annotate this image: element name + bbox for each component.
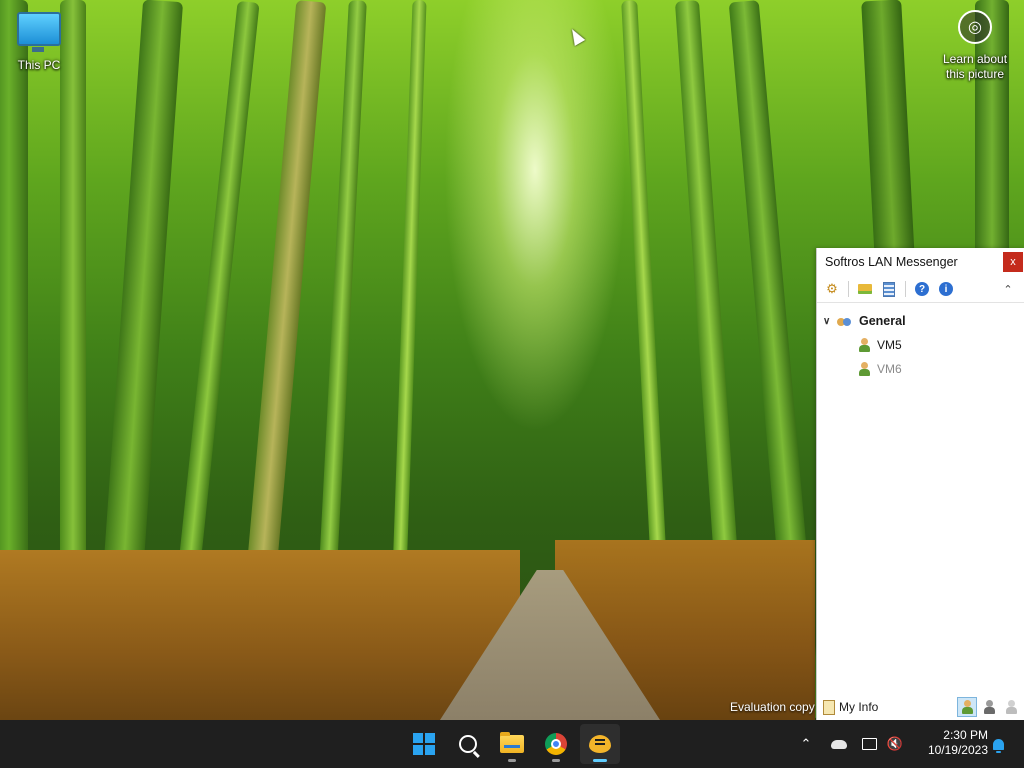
- open-folder-icon: [858, 284, 872, 294]
- message-log-icon: [883, 281, 895, 297]
- contact-row-vm5[interactable]: VM5: [817, 333, 1024, 357]
- status-online-button[interactable]: [957, 697, 977, 717]
- chat-bubble-icon: [589, 735, 611, 753]
- collapse-toolbar-button[interactable]: ⌃: [997, 278, 1019, 300]
- bell-icon: [992, 738, 1004, 753]
- collapse-icon: ⌃: [1003, 283, 1013, 296]
- notifications-button[interactable]: [988, 734, 1008, 754]
- this-pc-label: This PC: [17, 58, 61, 72]
- display-icon: [861, 738, 877, 750]
- group-name: General: [859, 314, 906, 328]
- evaluation-watermark: Evaluation copy: [730, 700, 815, 714]
- volume-button[interactable]: 🔇: [884, 720, 906, 768]
- this-pc-shortcut[interactable]: This PC: [12, 8, 66, 78]
- chevron-up-icon: ⌃: [800, 736, 812, 751]
- contact-list: ∨ General VM5 VM6: [817, 303, 1024, 381]
- status-online-icon: [962, 700, 973, 714]
- toolbar-divider: [848, 281, 849, 297]
- display-button[interactable]: [858, 720, 880, 768]
- status-selector: [957, 697, 1024, 717]
- learn-about-picture-button[interactable]: ◎ Learn about this picture: [936, 10, 1014, 82]
- camera-icon: ◎: [958, 10, 992, 44]
- status-offline-icon: [1006, 700, 1017, 714]
- close-icon: x: [1010, 256, 1016, 268]
- settings-button[interactable]: ⚙: [821, 278, 843, 300]
- monitor-icon: [17, 12, 61, 52]
- about-button[interactable]: i: [935, 278, 957, 300]
- close-button[interactable]: x: [1003, 252, 1023, 272]
- search-icon: [459, 735, 477, 753]
- taskbar: ⌃ 🔇 2:30 PM 10/19/2023: [0, 720, 1024, 768]
- start-button[interactable]: [404, 724, 444, 764]
- my-info-label: My Info: [839, 700, 879, 714]
- my-info-button[interactable]: My Info: [817, 699, 879, 715]
- status-offline-button[interactable]: [1001, 697, 1021, 717]
- file-explorer-button[interactable]: [492, 724, 532, 764]
- chrome-button[interactable]: [536, 724, 576, 764]
- volume-muted-icon: 🔇: [886, 736, 904, 751]
- group-icon: [837, 314, 857, 328]
- message-log-button[interactable]: [878, 278, 900, 300]
- user-online-icon: [859, 338, 870, 352]
- windows-logo-icon: [413, 733, 435, 755]
- settings-icon: ⚙: [826, 281, 838, 296]
- softros-messenger-button[interactable]: [580, 724, 620, 764]
- learn-label-line2: this picture: [945, 67, 1005, 81]
- search-button[interactable]: [448, 724, 488, 764]
- note-icon: [823, 699, 835, 715]
- clock-time: 2:30 PM: [943, 728, 988, 742]
- running-indicator: [552, 759, 560, 762]
- contact-row-vm6[interactable]: VM6: [817, 357, 1024, 381]
- messenger-statusbar: My Info: [817, 694, 1024, 720]
- messenger-window: Softros LAN Messenger x ⚙ ? i ⌃ ∨ Genera…: [816, 248, 1024, 720]
- help-button[interactable]: ?: [911, 278, 933, 300]
- messenger-title: Softros LAN Messenger: [825, 255, 958, 269]
- show-hidden-icons-button[interactable]: ⌃: [794, 720, 818, 768]
- active-indicator: [593, 759, 607, 762]
- learn-label-line1: Learn about: [942, 52, 1008, 66]
- folder-icon: [500, 732, 524, 753]
- chevron-down-icon[interactable]: ∨: [823, 316, 837, 327]
- running-indicator: [508, 759, 516, 762]
- open-folder-button[interactable]: [854, 278, 876, 300]
- learn-about-picture-label: Learn about this picture: [936, 52, 1014, 82]
- onedrive-button[interactable]: [826, 720, 852, 768]
- chrome-icon: [545, 733, 567, 755]
- user-offline-icon: [859, 362, 870, 376]
- status-away-button[interactable]: [979, 697, 999, 717]
- clock[interactable]: 2:30 PM 10/19/2023: [912, 728, 988, 758]
- help-icon: ?: [915, 282, 929, 296]
- clock-date: 10/19/2023: [927, 743, 988, 757]
- contact-name: VM6: [877, 362, 902, 376]
- messenger-toolbar: ⚙ ? i ⌃: [817, 276, 1024, 303]
- onedrive-icon: [831, 739, 847, 749]
- mouse-cursor: [566, 26, 586, 46]
- contact-name: VM5: [877, 338, 902, 352]
- toolbar-divider: [905, 281, 906, 297]
- group-row-general[interactable]: ∨ General: [817, 309, 1024, 333]
- status-away-icon: [984, 700, 995, 714]
- messenger-titlebar[interactable]: Softros LAN Messenger x: [817, 248, 1024, 276]
- info-icon: i: [939, 282, 953, 296]
- wallpaper-grass: [0, 550, 520, 720]
